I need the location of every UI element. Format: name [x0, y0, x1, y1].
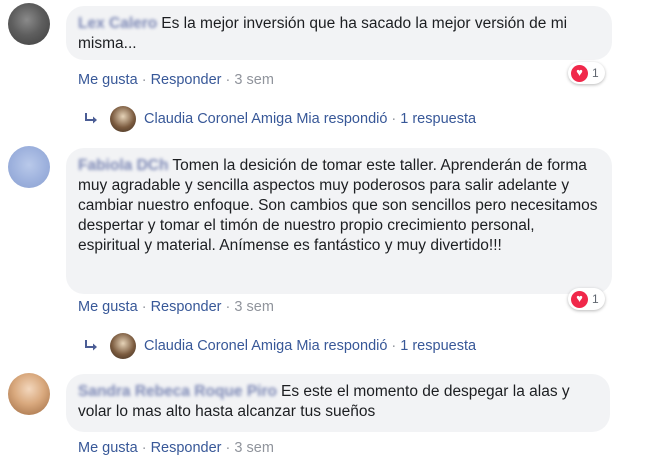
timestamp[interactable]: 3 sem	[234, 72, 274, 88]
avatar[interactable]	[8, 146, 50, 188]
heart-icon: ♥	[571, 64, 588, 82]
reply-summary[interactable]: Claudia Coronel Amiga Mia respondió · 1 …	[84, 106, 476, 132]
comment-bubble: Sandra Rebeca Roque Piro Es este el momen…	[66, 374, 610, 432]
separator: ·	[225, 440, 231, 456]
timestamp[interactable]: 3 sem	[234, 440, 274, 456]
separator: ·	[391, 338, 397, 354]
reply-link[interactable]: Responder	[151, 440, 222, 456]
avatar[interactable]	[110, 106, 136, 132]
separator: ·	[225, 299, 231, 315]
avatar[interactable]	[8, 3, 50, 45]
reaction-count: 1	[592, 292, 599, 306]
comment-actions: Me gusta · Responder · 3 sem	[78, 72, 274, 88]
separator: ·	[225, 72, 231, 88]
timestamp[interactable]: 3 sem	[234, 299, 274, 315]
reaction-badge[interactable]: ♥ 1	[568, 288, 605, 310]
avatar[interactable]	[110, 333, 136, 359]
reply-summary[interactable]: Claudia Coronel Amiga Mia respondió · 1 …	[84, 333, 476, 359]
like-link[interactable]: Me gusta	[78, 299, 138, 315]
comment-author[interactable]: Sandra Rebeca Roque Piro	[78, 383, 277, 400]
comment-author[interactable]: Fabiola DCh	[78, 157, 168, 174]
separator: ·	[391, 111, 397, 127]
reply-arrow-icon	[85, 340, 97, 351]
heart-icon: ♥	[571, 290, 588, 308]
reply-count[interactable]: 1 respuesta	[400, 338, 476, 354]
comment-bubble: Lex Calero Es la mejor inversión que ha s…	[66, 6, 612, 60]
separator: ·	[141, 299, 147, 315]
comment-bubble: Fabiola DCh Tomen la desición de tomar es…	[66, 148, 612, 294]
reply-arrow-icon	[85, 113, 97, 124]
reply-author-text[interactable]: Claudia Coronel Amiga Mia respondió	[144, 111, 387, 127]
separator: ·	[141, 440, 147, 456]
reply-link[interactable]: Responder	[151, 72, 222, 88]
comment-actions: Me gusta · Responder · 3 sem	[78, 440, 274, 456]
reaction-count: 1	[592, 66, 599, 80]
reply-author-text[interactable]: Claudia Coronel Amiga Mia respondió	[144, 338, 387, 354]
reply-count[interactable]: 1 respuesta	[400, 111, 476, 127]
like-link[interactable]: Me gusta	[78, 72, 138, 88]
comment-actions: Me gusta · Responder · 3 sem	[78, 299, 274, 315]
comment-author[interactable]: Lex Calero	[78, 15, 157, 32]
reply-link[interactable]: Responder	[151, 299, 222, 315]
avatar[interactable]	[8, 373, 50, 415]
comments-section: Lex Calero Es la mejor inversión que ha s…	[0, 0, 650, 472]
separator: ·	[141, 72, 147, 88]
like-link[interactable]: Me gusta	[78, 440, 138, 456]
reaction-badge[interactable]: ♥ 1	[568, 62, 605, 84]
